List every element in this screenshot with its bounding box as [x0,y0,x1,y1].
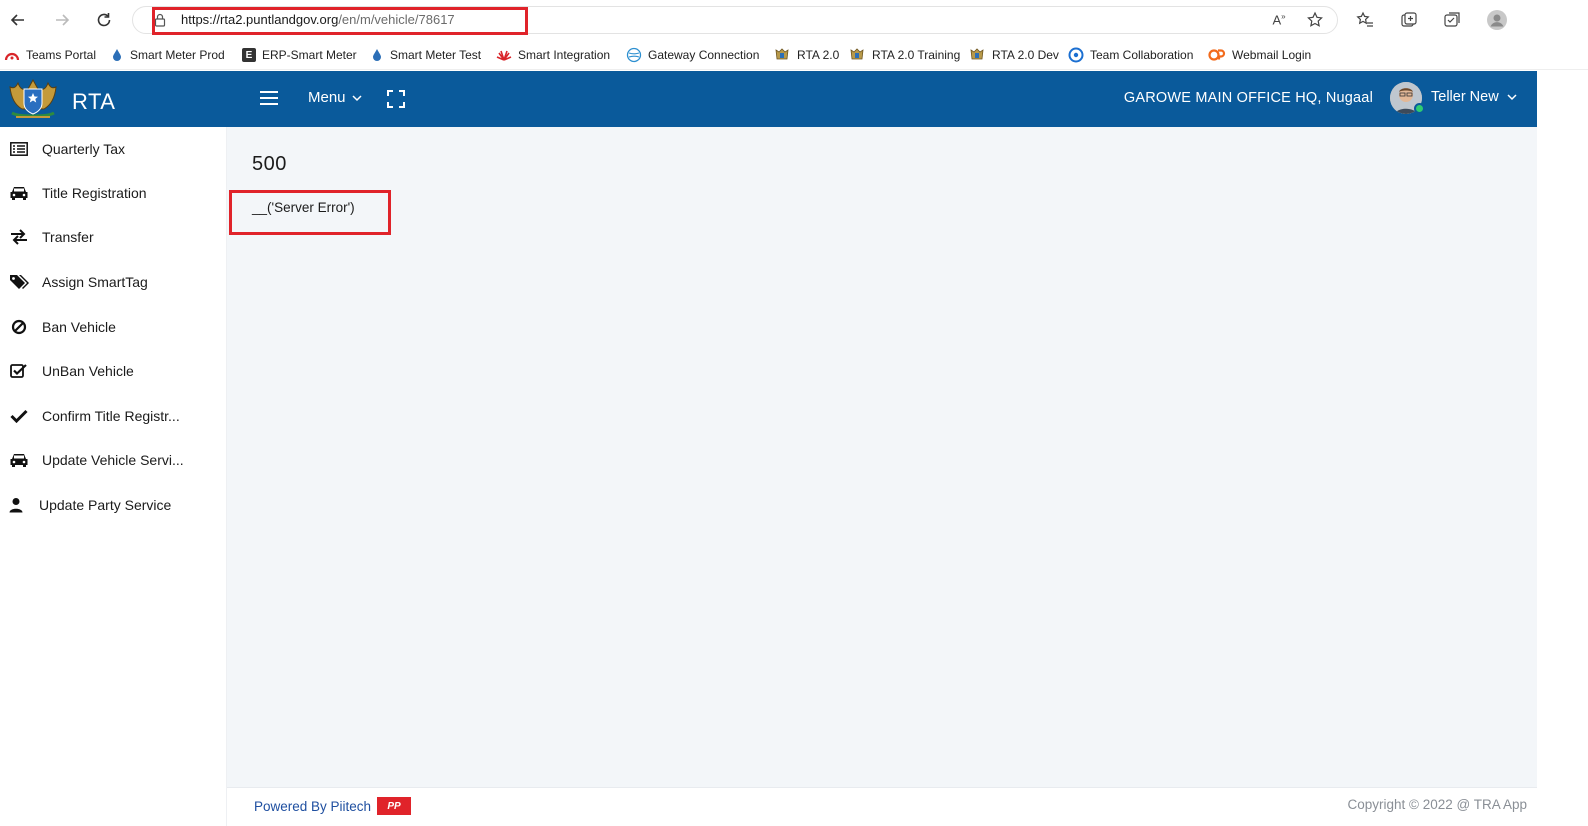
sidebar-item-label: Quarterly Tax [42,141,125,157]
user-icon [6,496,26,514]
footer: Powered By Piitech PP Copyright © 2022 @… [227,787,1537,826]
bookmarks-bar: Teams Portal Smart Meter Prod E ERP-Smar… [0,40,1588,70]
huawei-icon [496,50,512,61]
bookmark-label: Gateway Connection [648,48,760,62]
bookmark-erp-smart-meter[interactable]: E ERP-Smart Meter [242,44,357,66]
check-icon [9,407,29,425]
bookmark-rta-2-0-dev[interactable]: RTA 2.0 Dev [968,44,1059,66]
sidebar-item-update-party-service[interactable]: Update Party Service [0,483,227,527]
bookmark-webmail-login[interactable]: Webmail Login [1208,44,1311,66]
cpanel-icon [1208,49,1226,61]
error-message: __('Server Error') [252,200,355,215]
office-location: GAROWE MAIN OFFICE HQ, Nugaal [1123,90,1373,106]
url-highlight-box [152,7,528,35]
bookmark-rta-2-0[interactable]: RTA 2.0 [773,44,839,66]
collections-icon[interactable] [1397,8,1421,32]
favorites-icon[interactable] [1353,8,1377,32]
exchange-icon [9,228,29,246]
bookmark-label: Teams Portal [26,48,97,62]
bookmark-smart-meter-prod[interactable]: Smart Meter Prod [110,44,225,66]
back-button[interactable] [6,8,30,32]
globe-icon [626,47,642,63]
online-status-dot [1414,103,1425,114]
sidebar-item-label: Confirm Title Registr... [42,408,180,424]
sidebar-item-quarterly-tax[interactable]: Quarterly Tax [0,127,227,171]
hamburger-menu-icon[interactable] [258,88,280,108]
read-aloud-icon[interactable]: A» [1268,10,1290,30]
bookmark-label: Webmail Login [1232,48,1312,62]
menu-dropdown-button[interactable]: Menu [308,89,362,106]
check-square-icon [9,362,29,380]
bookmark-label: Team Collaboration [1090,48,1194,62]
piitech-logo: PP [377,797,412,815]
sidebar-item-label: Ban Vehicle [42,319,116,335]
sidebar-item-ban-vehicle[interactable]: Ban Vehicle [0,305,227,349]
tags-icon [9,273,29,291]
sidebar: Quarterly Tax Title Registration Transfe… [0,127,227,826]
sidebar-item-confirm-title-registration[interactable]: Confirm Title Registr... [0,394,227,438]
user-name: Teller New [1431,89,1499,105]
bookmark-label: Smart Meter Test [390,48,482,62]
chevron-down-icon [1507,94,1517,101]
bookmark-rta-2-0-training[interactable]: RTA 2.0 Training [848,44,960,66]
refresh-button[interactable] [92,8,116,32]
forward-button[interactable] [50,8,74,32]
brand-title[interactable]: RTA [72,89,115,115]
ban-icon [9,318,29,336]
add-favorite-icon[interactable] [1304,10,1326,30]
teams-portal-icon [4,52,20,61]
app-header: RTA Menu GAROWE MAIN OFFICE HQ, Nugaal T… [0,71,1537,127]
back-arrow-icon [10,14,24,26]
bookmark-teams-portal[interactable]: Teams Portal [4,44,96,66]
menu-label: Menu [308,89,346,106]
drop-icon [373,49,381,61]
emblem-icon [775,48,789,60]
sidebar-item-update-vehicle-service[interactable]: Update Vehicle Servi... [0,438,227,482]
bookmark-label: RTA 2.0 [797,48,840,62]
car-icon [9,184,29,202]
sidebar-item-label: Update Party Service [39,497,172,513]
profile-icon[interactable] [1485,8,1509,32]
bookmark-gateway-connection[interactable]: Gateway Connection [626,44,759,66]
browser-toolbar: https://rta2.puntlandgov.org/en/m/vehicl… [0,0,1588,40]
car-icon [9,451,29,469]
powered-by-text: Powered By Piitech [254,798,372,814]
sidebar-item-title-registration[interactable]: Title Registration [0,171,227,215]
sidebar-item-assign-smarttag[interactable]: Assign SmartTag [0,260,227,304]
bookmark-label: Smart Meter Prod [130,48,225,62]
collab-icon [1068,47,1084,63]
fullscreen-icon[interactable] [386,89,406,109]
main-content: 500 __('Server Error') [227,127,1537,787]
page-gutter [1537,71,1588,826]
browser-essentials-icon[interactable] [1440,8,1464,32]
sidebar-item-label: Title Registration [42,185,147,201]
sidebar-item-unban-vehicle[interactable]: UnBan Vehicle [0,349,227,393]
user-menu-button[interactable]: Teller New [1431,89,1517,105]
bookmark-team-collaboration[interactable]: Team Collaboration [1068,44,1193,66]
drop-icon [113,49,121,61]
refresh-icon [97,13,111,27]
forward-arrow-icon [56,14,70,26]
emblem-icon [850,48,864,60]
bookmark-smart-meter-test[interactable]: Smart Meter Test [370,44,481,66]
bookmark-label: RTA 2.0 Training [872,48,961,62]
emblem-icon [970,48,984,60]
puntland-emblem-logo[interactable] [4,77,62,121]
error-code: 500 [252,153,287,175]
sidebar-item-label: UnBan Vehicle [42,363,134,379]
sidebar-item-label: Transfer [42,229,94,245]
bookmark-label: Smart Integration [518,48,611,62]
sidebar-item-transfer[interactable]: Transfer [0,215,227,259]
chevron-down-icon [352,94,362,101]
letter-e-icon: E [242,48,256,62]
copyright-text: Copyright © 2022 @ TRA App [1347,797,1527,812]
bookmark-label: ERP-Smart Meter [262,48,357,62]
sidebar-item-label: Assign SmartTag [42,274,148,290]
powered-by-link[interactable]: Powered By Piitech PP [254,797,412,815]
bookmark-smart-integration[interactable]: Smart Integration [496,44,610,66]
sidebar-item-label: Update Vehicle Servi... [42,452,184,468]
list-icon [9,140,29,158]
bookmark-label: RTA 2.0 Dev [992,48,1059,62]
